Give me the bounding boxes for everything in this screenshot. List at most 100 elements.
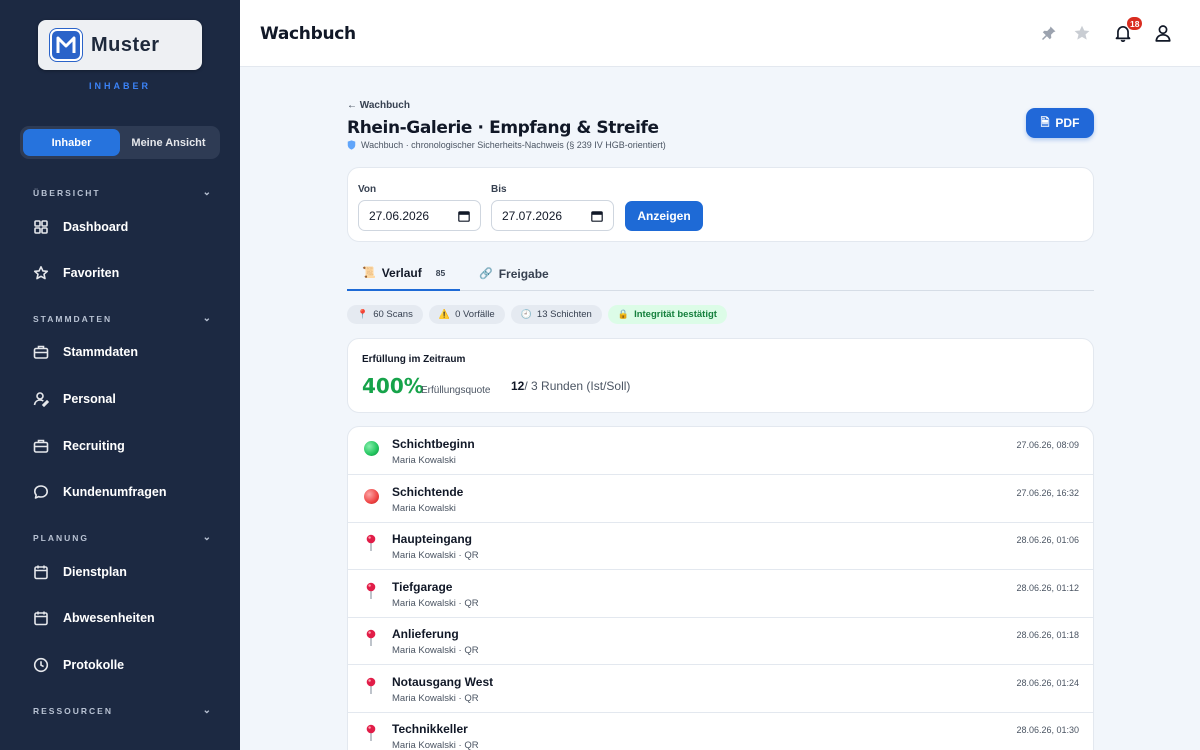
tab-history-count: 85 — [435, 267, 446, 278]
entry-title: Tiefgarage — [392, 579, 453, 594]
sidebar: Muster INHABER Inhaber Meine Ansicht ÜBE… — [0, 0, 240, 750]
sidebar-item-schedule[interactable]: Dienstplan — [33, 560, 223, 584]
entry-subtitle: Maria Kowalski — [392, 502, 456, 514]
entry-title: Technikkeller — [392, 722, 468, 736]
entry-time: 28.06.26, 01:24 — [1016, 677, 1079, 688]
rounds-rest: / 3 Runden (Ist/Soll) — [524, 379, 631, 393]
tab-share[interactable]: 🔗 Freigabe — [479, 256, 549, 291]
entries-list: Schichtbeginn Maria Kowalski 27.06.26, 0… — [347, 426, 1094, 750]
sidebar-item-dashboard[interactable]: Dashboard — [33, 215, 223, 239]
rounds-actual: 12 — [511, 379, 525, 393]
briefcase-icon — [33, 345, 49, 359]
to-date-value: 27.07.2026 — [502, 208, 563, 223]
sidebar-item-favorites[interactable]: Favoriten — [33, 261, 223, 285]
header-title: Wachbuch — [260, 24, 356, 44]
entry-time: 28.06.26, 01:30 — [1016, 725, 1079, 735]
section-master-data[interactable]: STAMMDATEN ⌄ — [33, 313, 213, 324]
pushpin-icon — [366, 582, 376, 599]
rounds-summary: 12/ 3 Runden (Ist/Soll) — [511, 379, 630, 393]
entry-subtitle: Maria Kowalski · QR — [392, 692, 479, 704]
tab-history[interactable]: 📜 Verlauf 85 — [347, 256, 460, 291]
green-dot-icon — [364, 441, 379, 456]
link-icon: 🔗 — [479, 268, 493, 280]
sidebar-item-absences[interactable]: Abwesenheiten — [33, 606, 223, 630]
page-title: Rhein-Galerie · Empfang & Streife — [347, 118, 659, 138]
sidebar-item-label: Abwesenheiten — [63, 611, 155, 625]
pin-icon[interactable] — [1038, 22, 1060, 44]
section-resources-label: RESSOURCEN — [33, 705, 113, 716]
shield-icon — [347, 140, 356, 150]
sidebar-item-personal[interactable]: Personal — [33, 387, 223, 411]
chevron-down-icon: ⌄ — [202, 187, 211, 198]
tab-history-label: Verlauf — [381, 265, 422, 280]
toggle-owner[interactable]: Inhaber — [23, 129, 120, 156]
lock-icon: 🔒 — [617, 309, 630, 319]
entry-subtitle: Maria Kowalski · QR — [392, 597, 479, 609]
chevron-down-icon: ⌄ — [202, 313, 211, 324]
list-item[interactable]: Notausgang West Maria Kowalski · QR 28.0… — [348, 665, 1093, 713]
date-filter-card: Von 27.06.2026 Bis 27.07.2026 Anzeigen — [347, 167, 1094, 242]
incidents-chip-label: 0 Vorfälle — [455, 309, 495, 320]
sidebar-item-surveys[interactable]: Kundenumfragen — [33, 480, 223, 504]
briefcase-icon — [33, 439, 49, 453]
toggle-my-view[interactable]: Meine Ansicht — [120, 129, 217, 156]
clock-icon: 🕘 — [520, 309, 532, 319]
entry-time: 28.06.26, 01:18 — [1016, 630, 1079, 640]
scroll-icon: 📜 — [362, 267, 376, 279]
list-item[interactable]: Tiefgarage Maria Kowalski · QR 28.06.26,… — [348, 570, 1093, 618]
to-label: Bis — [491, 184, 507, 195]
to-date-input[interactable]: 27.07.2026 — [491, 200, 614, 231]
sidebar-item-label: Stammdaten — [63, 345, 139, 359]
entry-title: Schichtbeginn — [392, 437, 475, 451]
sidebar-item-label: Personal — [63, 392, 116, 406]
section-resources[interactable]: RESSOURCEN ⌄ — [33, 705, 213, 716]
chevron-down-icon: ⌄ — [202, 532, 211, 543]
section-planning[interactable]: PLANUNG ⌄ — [33, 532, 213, 543]
calendar-icon — [34, 611, 48, 626]
sidebar-item-recruiting[interactable]: Recruiting — [33, 434, 223, 458]
role-label: INHABER — [88, 81, 151, 91]
view-toggle: Inhaber Meine Ansicht — [20, 126, 220, 159]
section-master-data-label: STAMMDATEN — [33, 313, 113, 324]
fulfillment-card: Erfüllung im Zeitraum 400% Erfüllungsquo… — [347, 338, 1094, 413]
list-item[interactable]: Anlieferung Maria Kowalski · QR 28.06.26… — [348, 617, 1093, 665]
incidents-chip: ⚠️ 0 Vorfälle — [428, 305, 505, 324]
calendar-icon — [458, 210, 470, 222]
top-header: Wachbuch 18 — [240, 0, 1200, 67]
chat-icon — [34, 485, 48, 499]
entry-title: Schichtende — [392, 484, 464, 499]
grid-icon — [34, 220, 48, 234]
list-item[interactable]: Schichtende Maria Kowalski 27.06.26, 16:… — [348, 475, 1093, 523]
star-icon[interactable] — [1071, 22, 1093, 44]
section-planning-label: PLANUNG — [33, 532, 90, 543]
list-item[interactable]: Haupteingang Maria Kowalski · QR 28.06.2… — [348, 522, 1093, 570]
fulfillment-title: Erfüllung im Zeitraum — [362, 354, 466, 365]
entry-time: 27.06.26, 16:32 — [1016, 487, 1079, 498]
scans-chip-label: 60 Scans — [373, 309, 413, 320]
sidebar-item-stammdaten[interactable]: Stammdaten — [33, 340, 223, 364]
sidebar-item-protocols[interactable]: Protokolle — [33, 653, 223, 677]
pdf-button[interactable]: 🗎 PDF — [1026, 108, 1094, 138]
tab-share-label: Freigabe — [498, 266, 549, 281]
list-item[interactable]: Technikkeller Maria Kowalski · QR 28.06.… — [348, 712, 1093, 750]
calendar-icon — [591, 210, 603, 222]
fulfillment-percent-label: Erfüllungsquote — [421, 385, 491, 396]
notification-badge: 18 — [1126, 16, 1144, 31]
pushpin-icon — [366, 724, 376, 741]
from-date-input[interactable]: 27.06.2026 — [358, 200, 481, 231]
list-item[interactable]: Schichtbeginn Maria Kowalski 27.06.26, 0… — [348, 427, 1093, 475]
user-icon[interactable] — [1152, 22, 1174, 44]
scans-chip: 📍 60 Scans — [347, 305, 423, 324]
page-subtitle-text: Wachbuch · chronologischer Sicherheits-N… — [361, 140, 666, 150]
section-overview[interactable]: ÜBERSICHT ⌄ — [33, 187, 213, 198]
entry-subtitle: Maria Kowalski · QR — [392, 740, 479, 750]
logo[interactable]: Muster — [38, 20, 202, 70]
show-button[interactable]: Anzeigen — [625, 201, 703, 231]
user-edit-icon — [33, 392, 49, 407]
entry-subtitle: Maria Kowalski — [392, 455, 456, 466]
from-date-value: 27.06.2026 — [369, 208, 430, 223]
integrity-chip: 🔒 Integrität bestätigt — [607, 305, 727, 324]
clock-icon — [33, 657, 49, 673]
back-link[interactable]: ← Wachbuch — [347, 100, 410, 111]
summary-chips: 📍 60 Scans ⚠️ 0 Vorfälle 🕘 13 Schichten 🔒 In… — [347, 305, 727, 324]
